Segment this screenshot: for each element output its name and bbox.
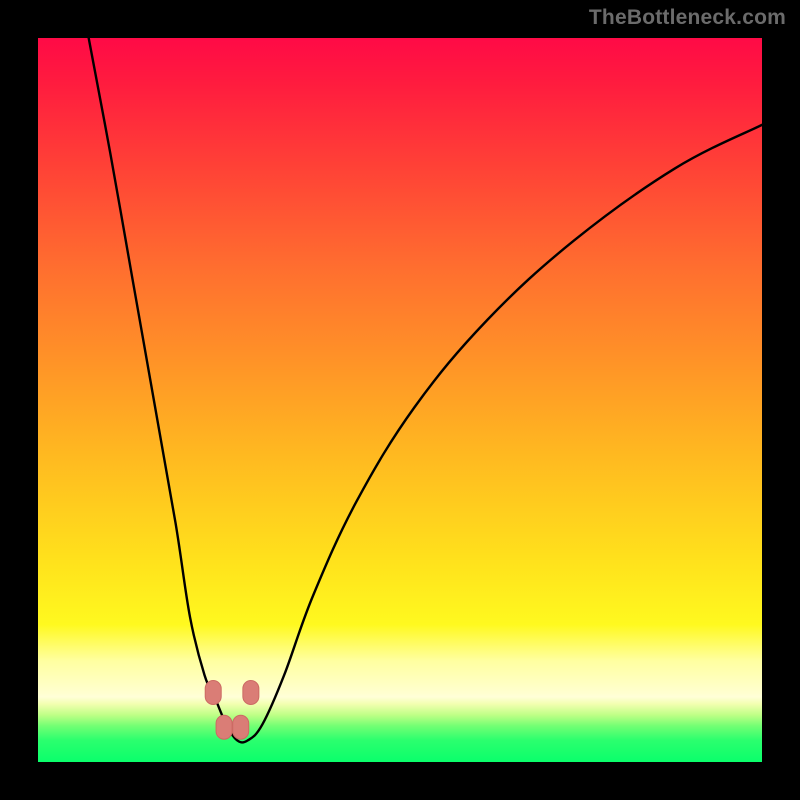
chart-frame: TheBottleneck.com (0, 0, 800, 800)
curve-marker-0 (205, 681, 221, 705)
bottleneck-curve (89, 38, 762, 742)
curve-markers (205, 681, 259, 740)
plot-area (38, 38, 762, 762)
curve-marker-2 (216, 715, 232, 739)
watermark-text: TheBottleneck.com (589, 6, 786, 30)
curve-marker-3 (233, 715, 249, 739)
curve-layer (38, 38, 762, 762)
curve-marker-1 (243, 681, 259, 705)
